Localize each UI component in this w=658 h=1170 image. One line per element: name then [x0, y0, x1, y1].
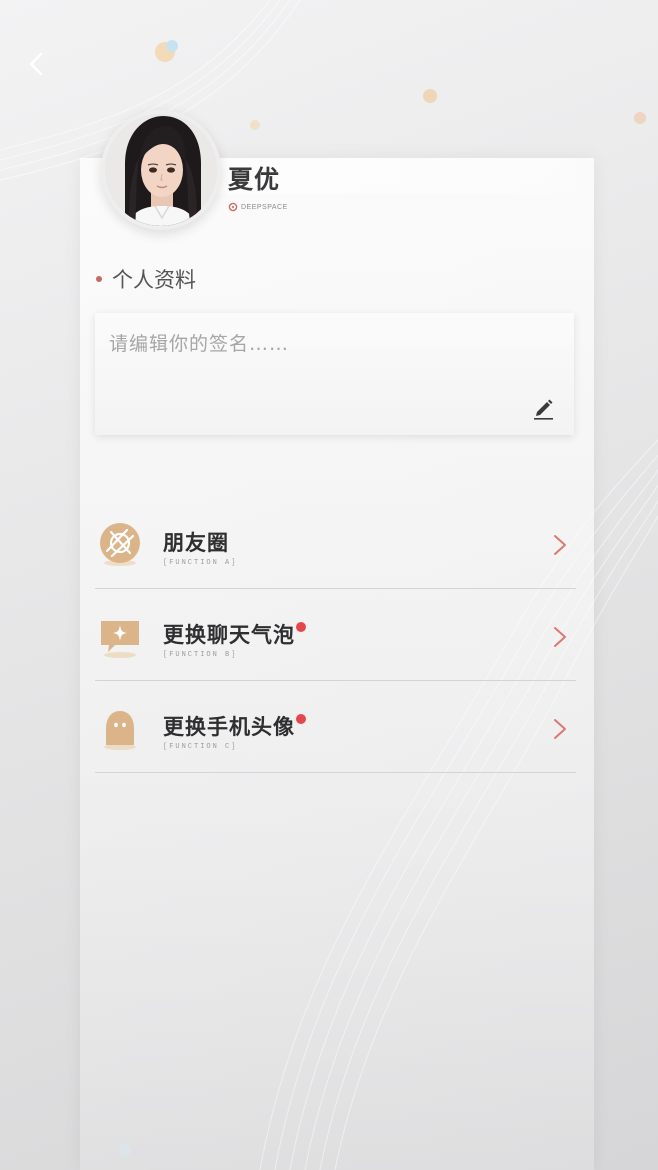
menu-sublabel: [FUNCTION B]	[163, 651, 238, 659]
section-bullet-icon	[96, 276, 102, 282]
menu-sublabel: [FUNCTION A]	[163, 559, 238, 567]
brand-mark: DEEPSPACE	[228, 202, 288, 212]
chevron-right-icon	[554, 627, 566, 647]
back-button[interactable]	[20, 48, 52, 80]
menu-label: 更换聊天气泡	[163, 619, 306, 649]
notification-badge	[296, 622, 306, 632]
menu-label: 更换手机头像	[163, 711, 306, 741]
signature-placeholder: 请编辑你的签名……	[109, 333, 290, 355]
chevron-right-icon	[554, 719, 566, 739]
avatar-silhouette-icon	[104, 711, 136, 750]
menu-sublabel: [FUNCTION C]	[163, 743, 238, 751]
pencil-icon	[534, 399, 553, 420]
menu-label: 朋友圈	[163, 530, 229, 555]
section-title-text: 个人资料	[112, 268, 196, 292]
signature-field[interactable]: 请编辑你的签名……	[95, 313, 574, 435]
moments-icon	[100, 523, 140, 566]
avatar-portrait-image	[105, 114, 217, 226]
brand-text: DEEPSPACE	[241, 203, 288, 211]
brand-logo-icon	[228, 202, 238, 212]
menu-item-chat-bubble[interactable]: 更换聊天气泡 [FUNCTION B]	[95, 589, 576, 681]
menu-item-phone-avatar[interactable]: 更换手机头像 [FUNCTION C]	[95, 681, 576, 773]
edit-signature-button[interactable]	[530, 395, 556, 421]
menu-item-moments[interactable]: 朋友圈 [FUNCTION A]	[95, 497, 576, 589]
chat-bubble-icon	[101, 621, 139, 658]
avatar[interactable]	[101, 110, 221, 230]
section-title: 个人资料	[96, 264, 196, 294]
notification-badge	[296, 714, 306, 724]
chevron-right-icon	[554, 535, 566, 555]
profile-name: 夏优	[228, 165, 281, 194]
chevron-left-icon	[29, 52, 43, 76]
